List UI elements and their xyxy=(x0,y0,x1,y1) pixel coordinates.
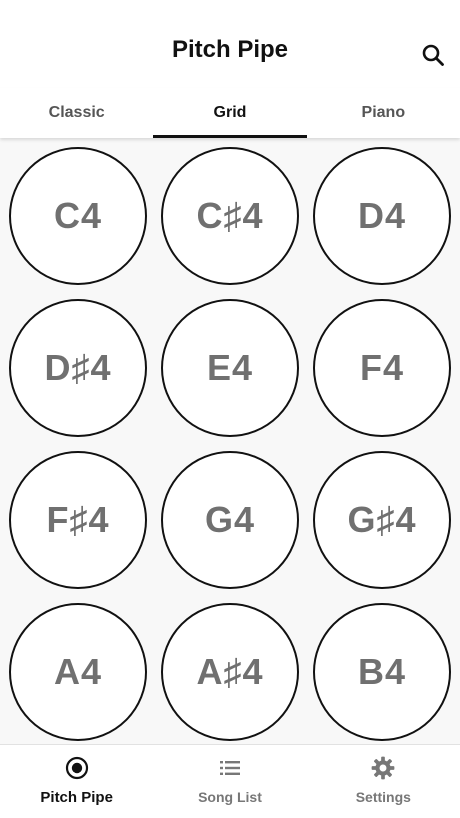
note-button-e4[interactable]: E4 xyxy=(161,299,299,437)
note-label: B4 xyxy=(357,651,407,692)
bottom-navigation: Pitch Pipe Song List Settings xyxy=(0,744,460,818)
radio-button-icon xyxy=(64,755,90,781)
tab-piano[interactable]: Piano xyxy=(307,88,460,138)
tab-grid[interactable]: Grid xyxy=(153,88,307,138)
note-label: G♯4 xyxy=(347,499,417,540)
note-label: F♯4 xyxy=(46,499,110,540)
nav-label: Pitch Pipe xyxy=(40,789,113,806)
gear-icon xyxy=(370,755,396,781)
note-label: D4 xyxy=(357,195,407,236)
app-header: Pitch Pipe xyxy=(0,0,460,88)
nav-label: Song List xyxy=(198,789,262,805)
search-button[interactable] xyxy=(416,38,450,72)
note-button-g4[interactable]: G4 xyxy=(161,451,299,589)
list-icon xyxy=(217,755,243,781)
note-button-d4[interactable]: D4 xyxy=(313,147,451,285)
note-button-f4[interactable]: F4 xyxy=(313,299,451,437)
search-icon xyxy=(422,44,444,66)
nav-pitch-pipe[interactable]: Pitch Pipe xyxy=(0,745,153,818)
note-label: C4 xyxy=(53,195,103,236)
nav-song-list[interactable]: Song List xyxy=(153,745,306,818)
note-grid: C4 C♯4 D4 D♯4 E4 F4 F♯4 G4 G♯4 A4 A♯4 B4 xyxy=(0,138,460,744)
tab-classic[interactable]: Classic xyxy=(0,88,153,138)
note-label: G4 xyxy=(204,499,256,540)
page-title: Pitch Pipe xyxy=(171,36,289,63)
note-label: A♯4 xyxy=(196,651,264,692)
note-button-a4[interactable]: A4 xyxy=(9,603,147,741)
note-label: C♯4 xyxy=(196,195,264,236)
note-button-g-sharp-4[interactable]: G♯4 xyxy=(313,451,451,589)
note-button-a-sharp-4[interactable]: A♯4 xyxy=(161,603,299,741)
note-button-b4[interactable]: B4 xyxy=(313,603,451,741)
nav-label: Settings xyxy=(355,789,411,805)
note-button-d-sharp-4[interactable]: D♯4 xyxy=(9,299,147,437)
note-label: A4 xyxy=(53,651,103,692)
note-button-f-sharp-4[interactable]: F♯4 xyxy=(9,451,147,589)
note-label: F4 xyxy=(359,347,404,388)
nav-settings[interactable]: Settings xyxy=(307,745,460,818)
note-button-c4[interactable]: C4 xyxy=(9,147,147,285)
note-button-c-sharp-4[interactable]: C♯4 xyxy=(161,147,299,285)
tab-bar: Classic Grid Piano xyxy=(0,88,460,138)
note-label: E4 xyxy=(206,347,254,388)
note-label: D♯4 xyxy=(44,347,112,388)
